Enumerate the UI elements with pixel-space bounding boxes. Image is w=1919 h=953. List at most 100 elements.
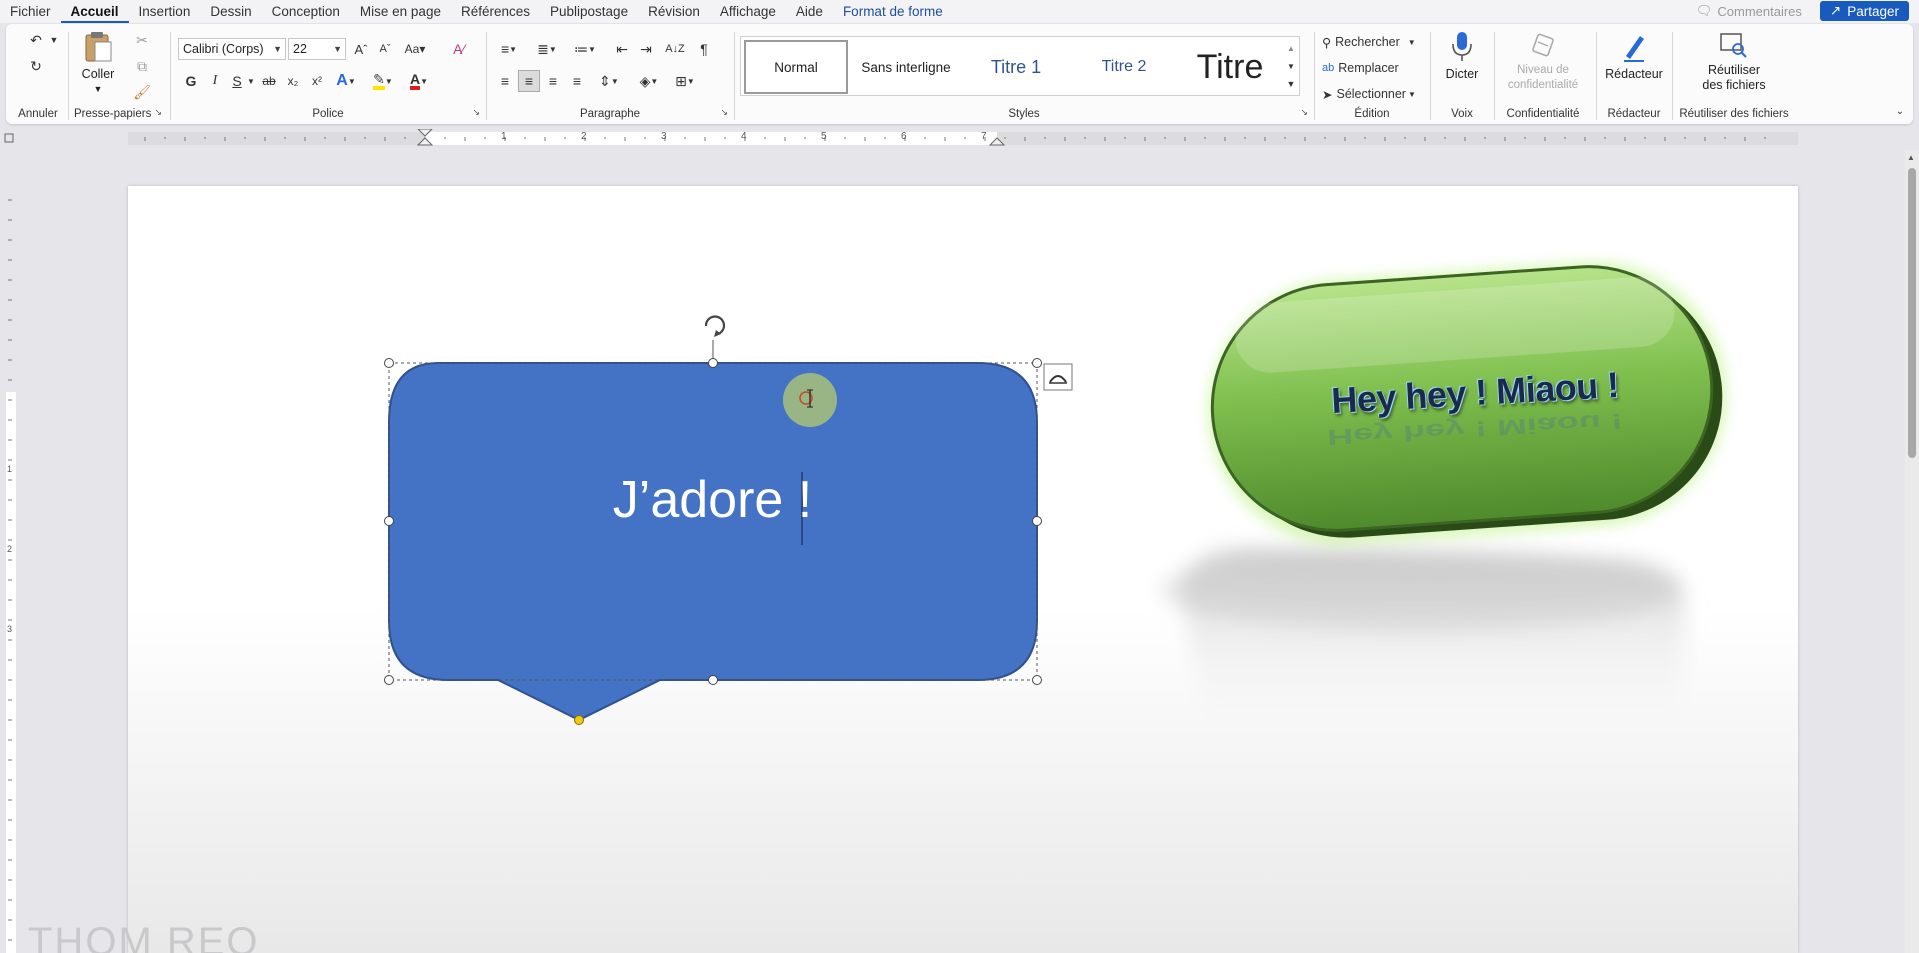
align-left-icon[interactable]: ≡	[494, 70, 516, 92]
font-color-button[interactable]: A ▼	[404, 70, 434, 92]
font-size-combo[interactable]: 22 ▼	[288, 38, 346, 60]
style-titre-2[interactable]: Titre 2	[1071, 40, 1177, 94]
ruler-mark: 7	[981, 131, 987, 142]
tab-dessin[interactable]: Dessin	[200, 0, 261, 23]
pilcrow-icon[interactable]: ¶	[694, 38, 714, 60]
borders-icon[interactable]: ⊞ ▼	[670, 70, 700, 92]
callout-text[interactable]: J’adore !	[390, 470, 1035, 530]
tab-aide[interactable]: Aide	[786, 0, 833, 23]
ruler-mark: 1	[501, 131, 507, 142]
comments-label: Commentaires	[1717, 3, 1802, 19]
separator	[170, 32, 171, 120]
undo-dropdown-icon[interactable]: ▼	[48, 32, 60, 48]
editor-label: Rédacteur	[1605, 67, 1663, 81]
tab-references[interactable]: Références	[451, 0, 540, 23]
separator	[1672, 32, 1673, 120]
italic-button[interactable]: I	[206, 70, 224, 92]
styles-launcher-icon[interactable]: ↘	[1300, 107, 1308, 118]
style-titre[interactable]: Titre	[1179, 40, 1281, 94]
shrink-font-icon[interactable]: Aˇ	[374, 38, 396, 60]
tab-affichage[interactable]: Affichage	[710, 0, 786, 23]
tab-revision[interactable]: Révision	[638, 0, 710, 23]
subscript-button[interactable]: x₂	[282, 70, 304, 92]
select-button[interactable]: ➤ Sélectionner ▼	[1322, 84, 1426, 104]
increase-indent-icon[interactable]: ⇥	[636, 38, 656, 60]
font-launcher-icon[interactable]: ↘	[472, 107, 480, 118]
vertical-scrollbar[interactable]: ▲	[1905, 150, 1919, 953]
decrease-indent-icon[interactable]: ⇤	[612, 38, 632, 60]
tab-insertion[interactable]: Insertion	[129, 0, 201, 23]
scroll-up-icon[interactable]: ▲	[1907, 153, 1915, 162]
copy-icon[interactable]: ⧉	[132, 56, 152, 76]
redo-icon[interactable]: ↻	[24, 56, 48, 76]
sort-icon[interactable]: A↓Z	[664, 38, 686, 60]
tab-format-de-forme[interactable]: Format de forme	[833, 0, 953, 23]
font-color-icon: A	[409, 72, 421, 90]
collapse-ribbon-icon[interactable]: ⌄	[1892, 104, 1908, 118]
dictate-button[interactable]: Dicter	[1436, 30, 1488, 82]
separator	[1494, 32, 1495, 120]
grow-font-icon[interactable]: Aˆ	[350, 38, 372, 60]
tab-mise-en-page[interactable]: Mise en page	[350, 0, 451, 23]
confidentiality-group-label: Confidentialité	[1506, 108, 1580, 120]
numbering-icon[interactable]: ≣ ▼	[532, 38, 562, 60]
reuse-files-label-line2: des fichiers	[1702, 78, 1766, 92]
clipboard-launcher-icon[interactable]: ↘	[154, 107, 162, 118]
undo-icon[interactable]: ↶	[24, 30, 48, 50]
editor-button[interactable]: Rédacteur	[1602, 30, 1666, 82]
underline-button[interactable]: S	[228, 70, 246, 92]
cut-icon[interactable]: ✂	[132, 30, 152, 50]
paste-button[interactable]: Coller ▼	[76, 30, 120, 97]
paste-dropdown-icon[interactable]: ▼	[76, 82, 120, 97]
superscript-button[interactable]: x²	[306, 70, 328, 92]
document-page[interactable]	[128, 186, 1798, 953]
tab-accueil[interactable]: Accueil	[60, 0, 129, 23]
style-normal[interactable]: Normal	[744, 40, 848, 94]
comments-button[interactable]: 🗨 Commentaires	[1688, 1, 1810, 21]
highlight-button[interactable]: ✎ ▼	[368, 70, 398, 92]
multilevel-list-icon[interactable]: ≔ ▼	[570, 38, 600, 60]
sensitivity-button[interactable]: Niveau de confidentialité	[1500, 30, 1586, 93]
paragraph-launcher-icon[interactable]: ↘	[720, 107, 728, 118]
tab-publipostage[interactable]: Publipostage	[540, 0, 638, 23]
ruler-mark: 3	[661, 131, 667, 142]
underline-dropdown-icon[interactable]: ▼	[246, 70, 256, 92]
bullets-icon[interactable]: ≡ ▼	[494, 38, 524, 60]
font-group: Calibri (Corps) ▼ 22 ▼ Aˆ Aˇ Aa ▾ A∕ G I …	[172, 24, 484, 124]
format-painter-icon[interactable]: 🖌	[132, 82, 152, 102]
watermark: THOM REO	[28, 920, 260, 953]
clear-formatting-icon[interactable]: A∕	[448, 38, 470, 60]
justify-icon[interactable]: ≡	[566, 70, 588, 92]
sensitivity-label-line2: confidentialité	[1507, 79, 1579, 91]
line-spacing-icon[interactable]: ⇕ ▼	[594, 70, 624, 92]
scrollbar-thumb[interactable]	[1908, 168, 1916, 458]
change-case-button[interactable]: Aa ▾	[400, 38, 430, 60]
vruler-mark: 3	[7, 624, 13, 634]
gallery-up-icon[interactable]: ▲	[1283, 39, 1299, 57]
separator	[68, 32, 69, 120]
text-effects-icon[interactable]: A ▼	[332, 70, 360, 92]
replace-button[interactable]: ab Remplacer	[1322, 58, 1426, 78]
tab-fichier[interactable]: Fichier	[0, 0, 61, 23]
font-group-label: Police	[312, 108, 344, 120]
gallery-down-icon[interactable]: ▼	[1283, 57, 1299, 75]
shading-icon[interactable]: ◈ ▼	[634, 70, 664, 92]
paste-label: Coller	[81, 67, 115, 81]
reuse-files-group-label: Réutiliser des fichiers	[1679, 108, 1789, 120]
sensitivity-icon	[1532, 33, 1554, 57]
gallery-more-icon[interactable]: ▼	[1283, 75, 1299, 93]
font-name-combo[interactable]: Calibri (Corps) ▼	[178, 38, 286, 60]
share-button[interactable]: ↗ Partager	[1819, 1, 1909, 21]
reuse-files-button[interactable]: Réutiliser des fichiers	[1684, 30, 1784, 93]
style-sans-interligne[interactable]: Sans interligne	[851, 40, 961, 94]
tab-conception[interactable]: Conception	[262, 0, 350, 23]
style-titre-1[interactable]: Titre 1	[963, 40, 1069, 94]
comment-icon: 🗨	[1695, 3, 1713, 18]
align-center-icon[interactable]: ≡	[518, 70, 540, 92]
align-right-icon[interactable]: ≡	[542, 70, 564, 92]
find-button[interactable]: ⚲ Rechercher ▼	[1322, 32, 1426, 52]
strikethrough-button[interactable]: ab	[258, 70, 280, 92]
editor-group-label: Rédacteur	[1607, 108, 1661, 120]
separator	[486, 32, 487, 120]
bold-button[interactable]: G	[182, 70, 200, 92]
